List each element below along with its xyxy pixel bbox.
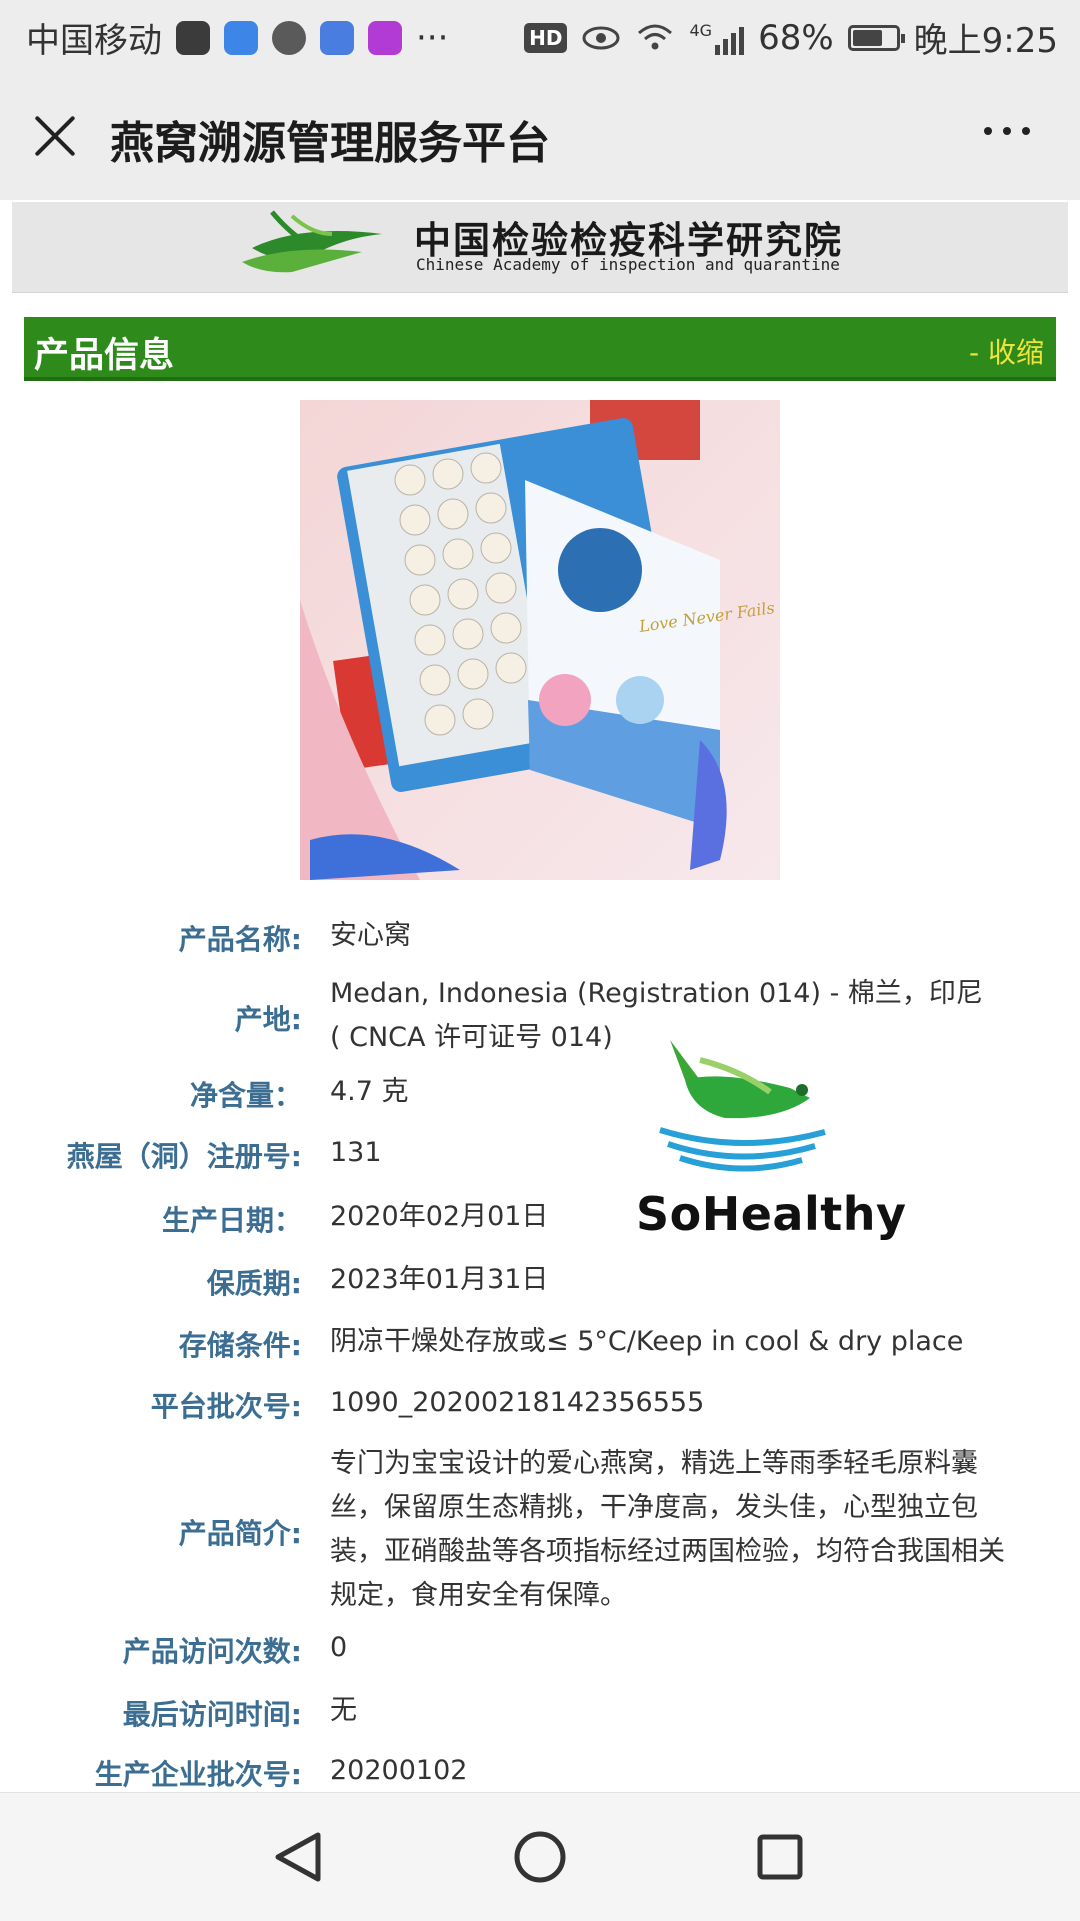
wifi-icon [638, 24, 673, 49]
info-label: 净含量： [189, 1079, 302, 1112]
close-icon[interactable] [32, 113, 78, 159]
institute-banner: 中国检验检疫科学研究院 Chinese Academy of inspectio… [12, 202, 1068, 293]
product-photo: Love Never Fails [300, 400, 780, 880]
info-label: 保质期: [206, 1267, 302, 1300]
collapse-button[interactable]: - 收缩 [969, 331, 1044, 371]
shield-app-icon [224, 20, 258, 55]
info-label: 产地: [234, 1003, 302, 1036]
carrier-label: 中国移动 [26, 21, 162, 61]
more-notifications-icon: ··· [416, 17, 449, 58]
home-circle-icon[interactable] [480, 1793, 600, 1921]
info-label: 燕屋（洞）注册号: [66, 1140, 302, 1173]
info-value: 1090_20200218142356555 [330, 1387, 705, 1418]
product-info-header: 产品信息 - 收缩 [24, 317, 1056, 381]
info-label: 生产日期： [161, 1204, 302, 1237]
info-value: 阴凉干燥处存放或≤ 5°C/Keep in cool & dry place [330, 1326, 964, 1357]
status-right: HD 4G 68% 晚上9:25 [524, 0, 1058, 75]
info-value: 专门为宝宝设计的爱心燕窝，精选上等雨季轻毛原料囊丝，保留原生态精挑，干净度高，发… [330, 1448, 1005, 1611]
info-value: 无 [330, 1695, 357, 1726]
battery-icon [847, 24, 905, 51]
clock: 晚上9:25 [913, 21, 1058, 61]
page-title: 燕窝溯源管理服务平台 [110, 118, 550, 169]
battery-percent: 68% [758, 17, 834, 58]
info-label: 产品名称: [178, 923, 302, 956]
info-value: 安心窝 [330, 920, 411, 951]
back-triangle-icon[interactable] [240, 1793, 360, 1921]
info-value: 0 [330, 1632, 348, 1663]
activity-app-icon [176, 20, 210, 55]
wechat-app-icon [272, 20, 306, 55]
info-label: 最后访问时间: [122, 1698, 302, 1731]
recents-square-icon[interactable] [720, 1793, 840, 1921]
info-value: 20200102 [330, 1755, 468, 1786]
info-label: 产品访问次数: [122, 1635, 302, 1668]
info-label: 存储条件: [178, 1329, 302, 1362]
network-type: 4G [689, 20, 713, 40]
eye-icon [582, 26, 620, 49]
watermark-text: SoHealthy [636, 1187, 907, 1241]
institute-logo [242, 210, 382, 273]
hd-badge: HD [524, 22, 568, 53]
status-left: 中国移动 ··· [26, 0, 448, 75]
more-icon[interactable] [984, 127, 1030, 135]
info-label: 平台批次号: [150, 1390, 302, 1423]
info-label: 生产企业批次号: [94, 1758, 302, 1791]
video-app-icon [368, 20, 402, 55]
title-bar: 燕窝溯源管理服务平台 [0, 75, 1080, 200]
baidu-app-icon [320, 20, 354, 55]
signal-icon: 4G [689, 20, 745, 55]
info-label: 产品简介: [178, 1517, 302, 1550]
institute-name-en: Chinese Academy of inspection and quaran… [416, 255, 840, 274]
section-title: 产品信息 [34, 336, 175, 376]
system-nav-bar [0, 1792, 1080, 1921]
info-value: 2023年01月31日 [330, 1264, 549, 1295]
status-bar: 中国移动 ··· HD 4G 68% 晚上9:25 [0, 0, 1080, 75]
